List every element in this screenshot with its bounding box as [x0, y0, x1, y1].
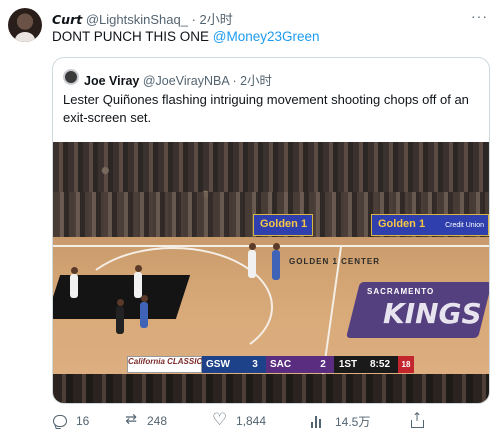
ad-board-left-text: Golden 1	[260, 218, 308, 230]
quoted-separator-dot: ·	[232, 74, 237, 88]
player	[70, 274, 78, 298]
heart-icon	[212, 410, 228, 430]
avatar[interactable]	[8, 8, 42, 42]
like-button[interactable]: 1,844	[212, 410, 267, 430]
court-logo-top-text: SACRAMENTO	[367, 287, 435, 296]
like-count: 1,844	[236, 414, 267, 428]
views-icon	[311, 414, 327, 430]
more-options-icon[interactable]: ···	[471, 8, 488, 24]
views-count: 14.5万	[335, 415, 371, 429]
scoreboard-team1: GSW	[202, 356, 244, 373]
quoted-tweet-card[interactable]: Joe Viray @JoeVirayNBA · 2小时 Lester Quiñ…	[52, 57, 490, 404]
three-point-arc	[73, 247, 273, 367]
scoreboard-bug: California CLASSIC GSW 3 SAC 2 1ST 8:52 …	[127, 356, 414, 373]
court-arena-text: GOLDEN 1 CENTER	[289, 257, 381, 266]
retweet-icon	[123, 413, 139, 429]
scoreboard-shot-clock: 18	[398, 356, 414, 373]
player	[248, 250, 256, 278]
quoted-avatar	[63, 69, 79, 85]
reply-count: 16	[76, 414, 90, 428]
scoreboard-score1: 3	[244, 356, 266, 373]
player	[272, 250, 280, 280]
tweet-timestamp[interactable]: 2小时	[200, 12, 233, 27]
reply-icon	[52, 413, 68, 429]
mention-link[interactable]: @Money23Green	[213, 29, 320, 44]
player-head	[273, 243, 280, 250]
ad-board-right-text: Golden 1	[378, 218, 426, 230]
referee-head	[117, 299, 124, 306]
video-media[interactable]: Golden 1 Golden 1 Credit Union GOLDEN 1 …	[53, 142, 489, 403]
player-head	[141, 295, 148, 302]
baseline	[53, 245, 489, 247]
reply-button[interactable]: 16	[52, 413, 89, 429]
scoreboard-clock: 8:52	[362, 356, 398, 373]
courtside-crowd	[53, 374, 489, 403]
scoreboard-event: California CLASSIC	[127, 356, 202, 373]
scoreboard-team2: SAC	[266, 356, 312, 373]
court-logo-main-text: KINGS	[383, 297, 482, 330]
referee	[116, 306, 124, 334]
user-handle[interactable]: @LightskinShaq_	[86, 12, 188, 27]
tweet-body: DONT PUNCH THIS ONE	[52, 29, 210, 44]
retweet-count: 248	[147, 414, 168, 428]
quoted-user-handle: @JoeVirayNBA	[142, 74, 229, 88]
views-button[interactable]: 14.5万	[311, 413, 370, 430]
scoreboard-period: 1ST	[334, 356, 362, 373]
ad-board-right-subtext: Credit Union	[445, 222, 484, 229]
ad-board-right: Golden 1 Credit Union	[371, 214, 489, 236]
ad-board-left: Golden 1	[253, 214, 313, 236]
player-head	[249, 243, 256, 250]
scoreboard-score2: 2	[312, 356, 334, 373]
share-icon	[409, 410, 425, 429]
quoted-display-name: Joe Viray	[84, 74, 140, 88]
player-head	[71, 267, 78, 274]
tweet-actions-bar: 16 248 1,844 14.5万	[52, 410, 492, 433]
player	[140, 302, 148, 328]
retweet-button[interactable]: 248	[123, 413, 167, 429]
player-head	[135, 265, 142, 272]
tweet-header: Curt @LightskinShaq_ · 2小时	[52, 9, 233, 28]
quoted-tweet-header: Joe Viray @JoeVirayNBA · 2小时	[84, 70, 272, 89]
quoted-tweet-text: Lester Quiñones flashing intriguing move…	[63, 92, 469, 125]
tweet-text: DONT PUNCH THIS ONE @Money23Green	[52, 29, 320, 44]
separator-dot: ·	[191, 12, 196, 27]
player	[134, 272, 142, 298]
display-name[interactable]: Curt	[52, 12, 82, 27]
share-button[interactable]	[409, 410, 425, 429]
quoted-timestamp: 2小时	[240, 74, 273, 88]
